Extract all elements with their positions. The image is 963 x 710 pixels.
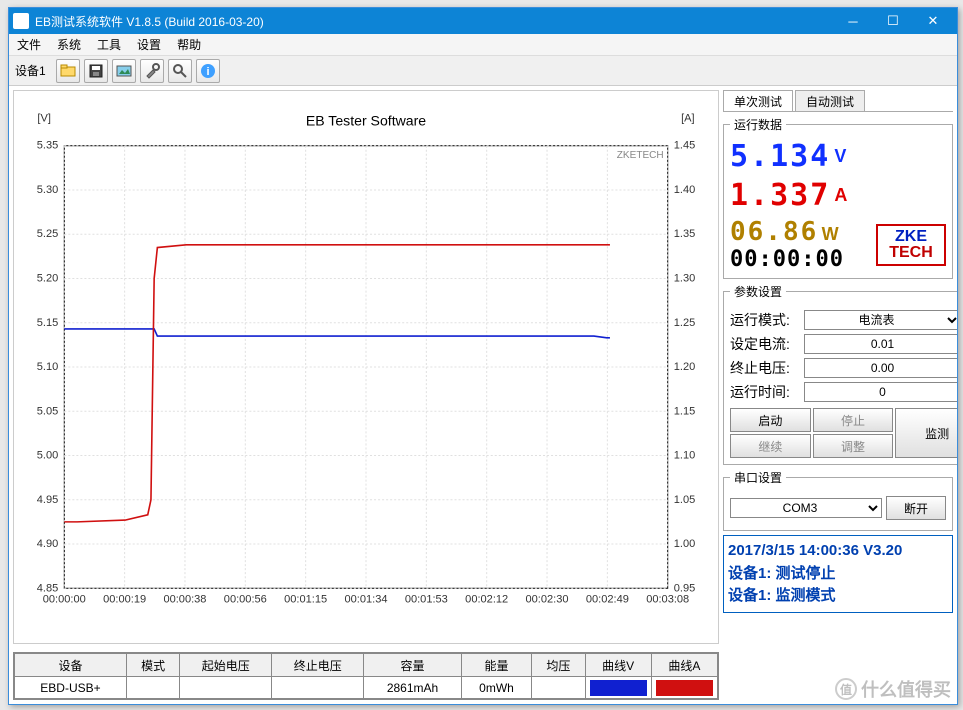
col-curvev: 曲线V <box>585 654 651 677</box>
param-group: 参数设置 运行模式: 电流表 设定电流: A 终止电压: V 运行时 <box>723 283 957 465</box>
svg-text:5.05: 5.05 <box>37 405 59 417</box>
svg-text:EB Tester Software: EB Tester Software <box>306 113 426 129</box>
chart-area[interactable]: EB Tester SoftwareZKETECH[V][A]4.850.954… <box>13 90 719 644</box>
svg-text:1.05: 1.05 <box>674 494 696 506</box>
svg-text:[V]: [V] <box>37 113 51 125</box>
table-row[interactable]: EBD-USB+ 2861mAh 0mWh <box>15 677 718 699</box>
left-panel: EB Tester SoftwareZKETECH[V][A]4.850.954… <box>13 90 719 700</box>
svg-text:1.25: 1.25 <box>674 317 696 329</box>
svg-text:1.00: 1.00 <box>674 538 696 550</box>
tabs: 单次测试 自动测试 <box>723 90 953 112</box>
col-mode: 模式 <box>126 654 179 677</box>
svg-text:00:02:49: 00:02:49 <box>586 593 629 605</box>
svg-text:5.35: 5.35 <box>37 140 59 152</box>
continue-button[interactable]: 继续 <box>730 434 811 458</box>
stop-button[interactable]: 停止 <box>813 408 894 432</box>
tab-single[interactable]: 单次测试 <box>723 90 793 111</box>
app-window: EB测试系统软件 V1.8.5 (Build 2016-03-20) ─ ☐ ✕… <box>8 7 958 705</box>
svg-text:00:00:00: 00:00:00 <box>43 593 86 605</box>
power-readout: 06.86 <box>730 217 818 247</box>
svg-text:00:00:38: 00:00:38 <box>163 593 206 605</box>
svg-text:1.35: 1.35 <box>674 228 696 240</box>
info-icon[interactable]: i <box>196 59 220 83</box>
menu-system[interactable]: 系统 <box>49 34 89 55</box>
svg-text:00:01:15: 00:01:15 <box>284 593 327 605</box>
mode-select[interactable]: 电流表 <box>804 310 957 330</box>
swatch-a <box>651 677 717 699</box>
svg-text:00:02:30: 00:02:30 <box>526 593 569 605</box>
col-curvea: 曲线A <box>651 654 717 677</box>
svg-text:5.15: 5.15 <box>37 317 59 329</box>
svg-text:5.30: 5.30 <box>37 184 59 196</box>
svg-text:[A]: [A] <box>681 113 695 125</box>
svg-text:1.45: 1.45 <box>674 140 696 152</box>
col-avgv: 均压 <box>532 654 585 677</box>
tab-auto[interactable]: 自动测试 <box>795 90 865 111</box>
svg-text:1.15: 1.15 <box>674 405 696 417</box>
svg-text:00:01:34: 00:01:34 <box>344 593 387 605</box>
menu-tools[interactable]: 工具 <box>89 34 129 55</box>
svg-text:4.95: 4.95 <box>37 494 59 506</box>
menu-help[interactable]: 帮助 <box>169 34 209 55</box>
image-icon[interactable] <box>112 59 136 83</box>
swatch-v <box>585 677 651 699</box>
svg-text:5.00: 5.00 <box>37 450 59 462</box>
svg-text:00:01:53: 00:01:53 <box>405 593 448 605</box>
col-endv: 终止电压 <box>272 654 364 677</box>
menu-file[interactable]: 文件 <box>9 34 49 55</box>
svg-text:5.25: 5.25 <box>37 228 59 240</box>
right-panel: 单次测试 自动测试 运行数据 5.134 V 1.337 A 06.86 W <box>723 90 953 700</box>
col-energy: 能量 <box>461 654 531 677</box>
col-device: 设备 <box>15 654 127 677</box>
app-icon <box>13 13 29 29</box>
monitor-button[interactable]: 监测 <box>895 408 957 458</box>
zke-logo: ZKE TECH <box>876 224 946 266</box>
set-current-input[interactable] <box>804 334 957 354</box>
close-button[interactable]: ✕ <box>913 8 953 34</box>
col-startv: 起始电压 <box>180 654 272 677</box>
svg-text:4.90: 4.90 <box>37 538 59 550</box>
stop-voltage-input[interactable] <box>804 358 957 378</box>
col-capacity: 容量 <box>364 654 461 677</box>
svg-text:1.20: 1.20 <box>674 361 696 373</box>
svg-text:00:03:08: 00:03:08 <box>646 593 689 605</box>
result-table: 设备 模式 起始电压 终止电压 容量 能量 均压 曲线V 曲线A EBD-USB… <box>13 652 719 700</box>
tools-icon[interactable] <box>140 59 164 83</box>
open-icon[interactable] <box>56 59 80 83</box>
svg-text:ZKETECH: ZKETECH <box>617 150 664 161</box>
titlebar[interactable]: EB测试系统软件 V1.8.5 (Build 2016-03-20) ─ ☐ ✕ <box>9 8 957 34</box>
time-readout: 00:00:00 <box>730 247 844 272</box>
menu-settings[interactable]: 设置 <box>129 34 169 55</box>
com-group: 串口设置 COM3 断开 <box>723 469 953 531</box>
voltage-readout: 5.134 <box>730 139 830 174</box>
maximize-button[interactable]: ☐ <box>873 8 913 34</box>
search-icon[interactable] <box>168 59 192 83</box>
svg-text:1.10: 1.10 <box>674 450 696 462</box>
save-icon[interactable] <box>84 59 108 83</box>
adjust-button[interactable]: 调整 <box>813 434 894 458</box>
run-data-group: 运行数据 5.134 V 1.337 A 06.86 W 00:00:00 <box>723 116 953 279</box>
com-select[interactable]: COM3 <box>730 498 882 518</box>
device-label: 设备1 <box>13 62 52 79</box>
toolbar: 设备1 i <box>9 56 957 86</box>
chart-svg: EB Tester SoftwareZKETECH[V][A]4.850.954… <box>14 91 718 643</box>
runtime-input[interactable] <box>804 382 957 402</box>
svg-text:00:00:19: 00:00:19 <box>103 593 146 605</box>
current-readout: 1.337 <box>730 178 830 213</box>
status-box: 2017/3/15 14:00:36 V3.20 设备1: 测试停止 设备1: … <box>723 535 953 613</box>
svg-text:i: i <box>206 66 209 78</box>
window-title: EB测试系统软件 V1.8.5 (Build 2016-03-20) <box>35 13 833 30</box>
svg-text:5.10: 5.10 <box>37 361 59 373</box>
svg-text:5.20: 5.20 <box>37 273 59 285</box>
minimize-button[interactable]: ─ <box>833 8 873 34</box>
svg-text:1.30: 1.30 <box>674 273 696 285</box>
start-button[interactable]: 启动 <box>730 408 811 432</box>
content-area: EB Tester SoftwareZKETECH[V][A]4.850.954… <box>9 86 957 704</box>
svg-text:00:02:12: 00:02:12 <box>465 593 508 605</box>
menubar: 文件 系统 工具 设置 帮助 <box>9 34 957 56</box>
svg-text:1.40: 1.40 <box>674 184 696 196</box>
svg-text:00:00:56: 00:00:56 <box>224 593 267 605</box>
disconnect-button[interactable]: 断开 <box>886 496 946 520</box>
